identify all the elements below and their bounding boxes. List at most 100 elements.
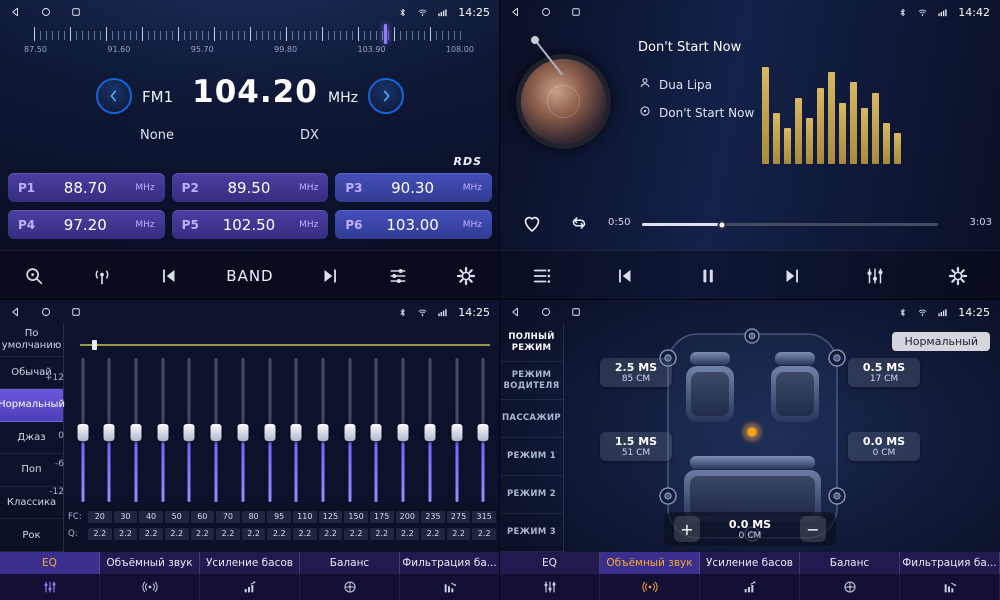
scan-search-icon[interactable] bbox=[23, 265, 45, 287]
settings-gear-icon[interactable] bbox=[455, 265, 477, 287]
eq-band-knob[interactable] bbox=[130, 424, 141, 441]
equalizer-faders-icon[interactable] bbox=[864, 265, 886, 287]
band-button[interactable]: BAND bbox=[226, 267, 273, 285]
delay-decrease-button[interactable]: − bbox=[800, 516, 826, 542]
tab-bass-boost[interactable]: Усиление басов bbox=[700, 552, 800, 574]
audio-settings-icon[interactable] bbox=[387, 265, 409, 287]
eq-faders-icon[interactable] bbox=[500, 574, 600, 600]
eq-band-knob[interactable] bbox=[478, 424, 489, 441]
mode-1[interactable]: РЕЖИМ 1 bbox=[500, 438, 563, 476]
nav-home-icon[interactable] bbox=[40, 6, 52, 18]
eq-preset-default[interactable]: По умолчанию bbox=[0, 324, 63, 357]
mode-3[interactable]: РЕЖИМ 3 bbox=[500, 514, 563, 552]
progress-slider[interactable] bbox=[642, 223, 938, 226]
delay-rear-left[interactable]: 1.5 MS 51 CM bbox=[600, 432, 672, 461]
surround-sound-icon[interactable] bbox=[600, 574, 700, 600]
delay-increase-button[interactable]: + bbox=[674, 516, 700, 542]
eq-band-slider[interactable] bbox=[236, 358, 249, 502]
preset-button-p2[interactable]: P289.50MHz bbox=[172, 173, 329, 202]
repeat-icon[interactable] bbox=[568, 212, 590, 238]
mode-full[interactable]: ПОЛНЫЙ РЕЖИМ bbox=[500, 324, 563, 362]
balance-target-icon[interactable] bbox=[300, 574, 400, 600]
delay-front-right[interactable]: 0.5 MS 17 CM bbox=[848, 358, 920, 387]
nav-home-icon[interactable] bbox=[540, 6, 552, 18]
progress-handle[interactable] bbox=[717, 220, 726, 229]
eq-band-slider[interactable] bbox=[397, 358, 410, 502]
frequency-ruler[interactable] bbox=[34, 27, 464, 41]
eq-band-knob[interactable] bbox=[291, 424, 302, 441]
eq-band-knob[interactable] bbox=[264, 424, 275, 441]
favorite-heart-icon[interactable] bbox=[520, 211, 544, 239]
preset-button-p1[interactable]: P188.70MHz bbox=[8, 173, 165, 202]
tab-surround[interactable]: Объёмный звук bbox=[100, 552, 200, 574]
eq-band-knob[interactable] bbox=[157, 424, 168, 441]
nav-recents-icon[interactable] bbox=[570, 6, 582, 18]
filter-icon[interactable] bbox=[900, 574, 1000, 600]
filter-icon[interactable] bbox=[400, 574, 500, 600]
preset-button-p6[interactable]: P6103.00MHz bbox=[335, 210, 492, 239]
bass-boost-icon[interactable] bbox=[700, 574, 800, 600]
preset-button-p5[interactable]: P5102.50MHz bbox=[172, 210, 329, 239]
nav-back-icon[interactable] bbox=[10, 306, 22, 318]
eq-band-knob[interactable] bbox=[424, 424, 435, 441]
eq-band-slider[interactable] bbox=[316, 358, 329, 502]
balance-target-icon[interactable] bbox=[800, 574, 900, 600]
eq-band-knob[interactable] bbox=[451, 424, 462, 441]
radio-station-icon[interactable] bbox=[91, 265, 113, 287]
eq-band-slider[interactable] bbox=[156, 358, 169, 502]
playlist-icon[interactable] bbox=[531, 265, 553, 287]
surround-sound-icon[interactable] bbox=[100, 574, 200, 600]
mode-passenger[interactable]: ПАССАЖИР bbox=[500, 400, 563, 438]
mode-2[interactable]: РЕЖИМ 2 bbox=[500, 476, 563, 514]
eq-band-slider[interactable] bbox=[76, 358, 89, 502]
eq-band-slider[interactable] bbox=[263, 358, 276, 502]
seek-up-button[interactable] bbox=[368, 78, 404, 114]
previous-station-icon[interactable] bbox=[158, 265, 180, 287]
master-level-knob[interactable] bbox=[92, 340, 97, 350]
eq-band-knob[interactable] bbox=[184, 424, 195, 441]
bass-boost-icon[interactable] bbox=[200, 574, 300, 600]
preset-button-p3[interactable]: P390.30MHz bbox=[335, 173, 492, 202]
next-track-icon[interactable] bbox=[781, 265, 803, 287]
eq-preset-normal[interactable]: Нормальный bbox=[0, 389, 63, 422]
profile-button[interactable]: Нормальный bbox=[892, 332, 990, 351]
previous-track-icon[interactable] bbox=[614, 265, 636, 287]
nav-home-icon[interactable] bbox=[540, 306, 552, 318]
eq-preset-rock[interactable]: Рок bbox=[0, 519, 63, 552]
mode-driver[interactable]: РЕЖИМ ВОДИТЕЛЯ bbox=[500, 362, 563, 400]
nav-recents-icon[interactable] bbox=[70, 306, 82, 318]
tab-balance[interactable]: Баланс bbox=[300, 552, 400, 574]
preset-button-p4[interactable]: P497.20MHz bbox=[8, 210, 165, 239]
tab-eq[interactable]: EQ bbox=[0, 552, 100, 574]
eq-band-slider[interactable] bbox=[129, 358, 142, 502]
tab-bass-boost[interactable]: Усиление басов bbox=[200, 552, 300, 574]
tab-eq[interactable]: EQ bbox=[500, 552, 600, 574]
eq-band-slider[interactable] bbox=[450, 358, 463, 502]
master-level-slider[interactable] bbox=[80, 340, 490, 350]
eq-band-knob[interactable] bbox=[371, 424, 382, 441]
nav-home-icon[interactable] bbox=[40, 306, 52, 318]
nav-recents-icon[interactable] bbox=[570, 306, 582, 318]
eq-band-slider[interactable] bbox=[343, 358, 356, 502]
tab-filter[interactable]: Фильтрация ба... bbox=[900, 552, 1000, 574]
eq-band-knob[interactable] bbox=[344, 424, 355, 441]
delay-front-left[interactable]: 2.5 MS 85 CM bbox=[600, 358, 672, 387]
eq-band-slider[interactable] bbox=[370, 358, 383, 502]
eq-band-knob[interactable] bbox=[237, 424, 248, 441]
eq-band-slider[interactable] bbox=[210, 358, 223, 502]
eq-band-knob[interactable] bbox=[77, 424, 88, 441]
nav-back-icon[interactable] bbox=[510, 306, 522, 318]
dx-mode-label[interactable]: DX bbox=[300, 128, 319, 143]
eq-band-slider[interactable] bbox=[103, 358, 116, 502]
pause-icon[interactable] bbox=[697, 265, 719, 287]
eq-band-knob[interactable] bbox=[211, 424, 222, 441]
tab-balance[interactable]: Баланс bbox=[800, 552, 900, 574]
eq-faders-icon[interactable] bbox=[0, 574, 100, 600]
settings-gear-icon[interactable] bbox=[947, 265, 969, 287]
tab-filter[interactable]: Фильтрация ба... bbox=[400, 552, 500, 574]
eq-band-knob[interactable] bbox=[398, 424, 409, 441]
nav-back-icon[interactable] bbox=[10, 6, 22, 18]
seek-down-button[interactable] bbox=[96, 78, 132, 114]
eq-band-knob[interactable] bbox=[104, 424, 115, 441]
eq-band-slider[interactable] bbox=[290, 358, 303, 502]
